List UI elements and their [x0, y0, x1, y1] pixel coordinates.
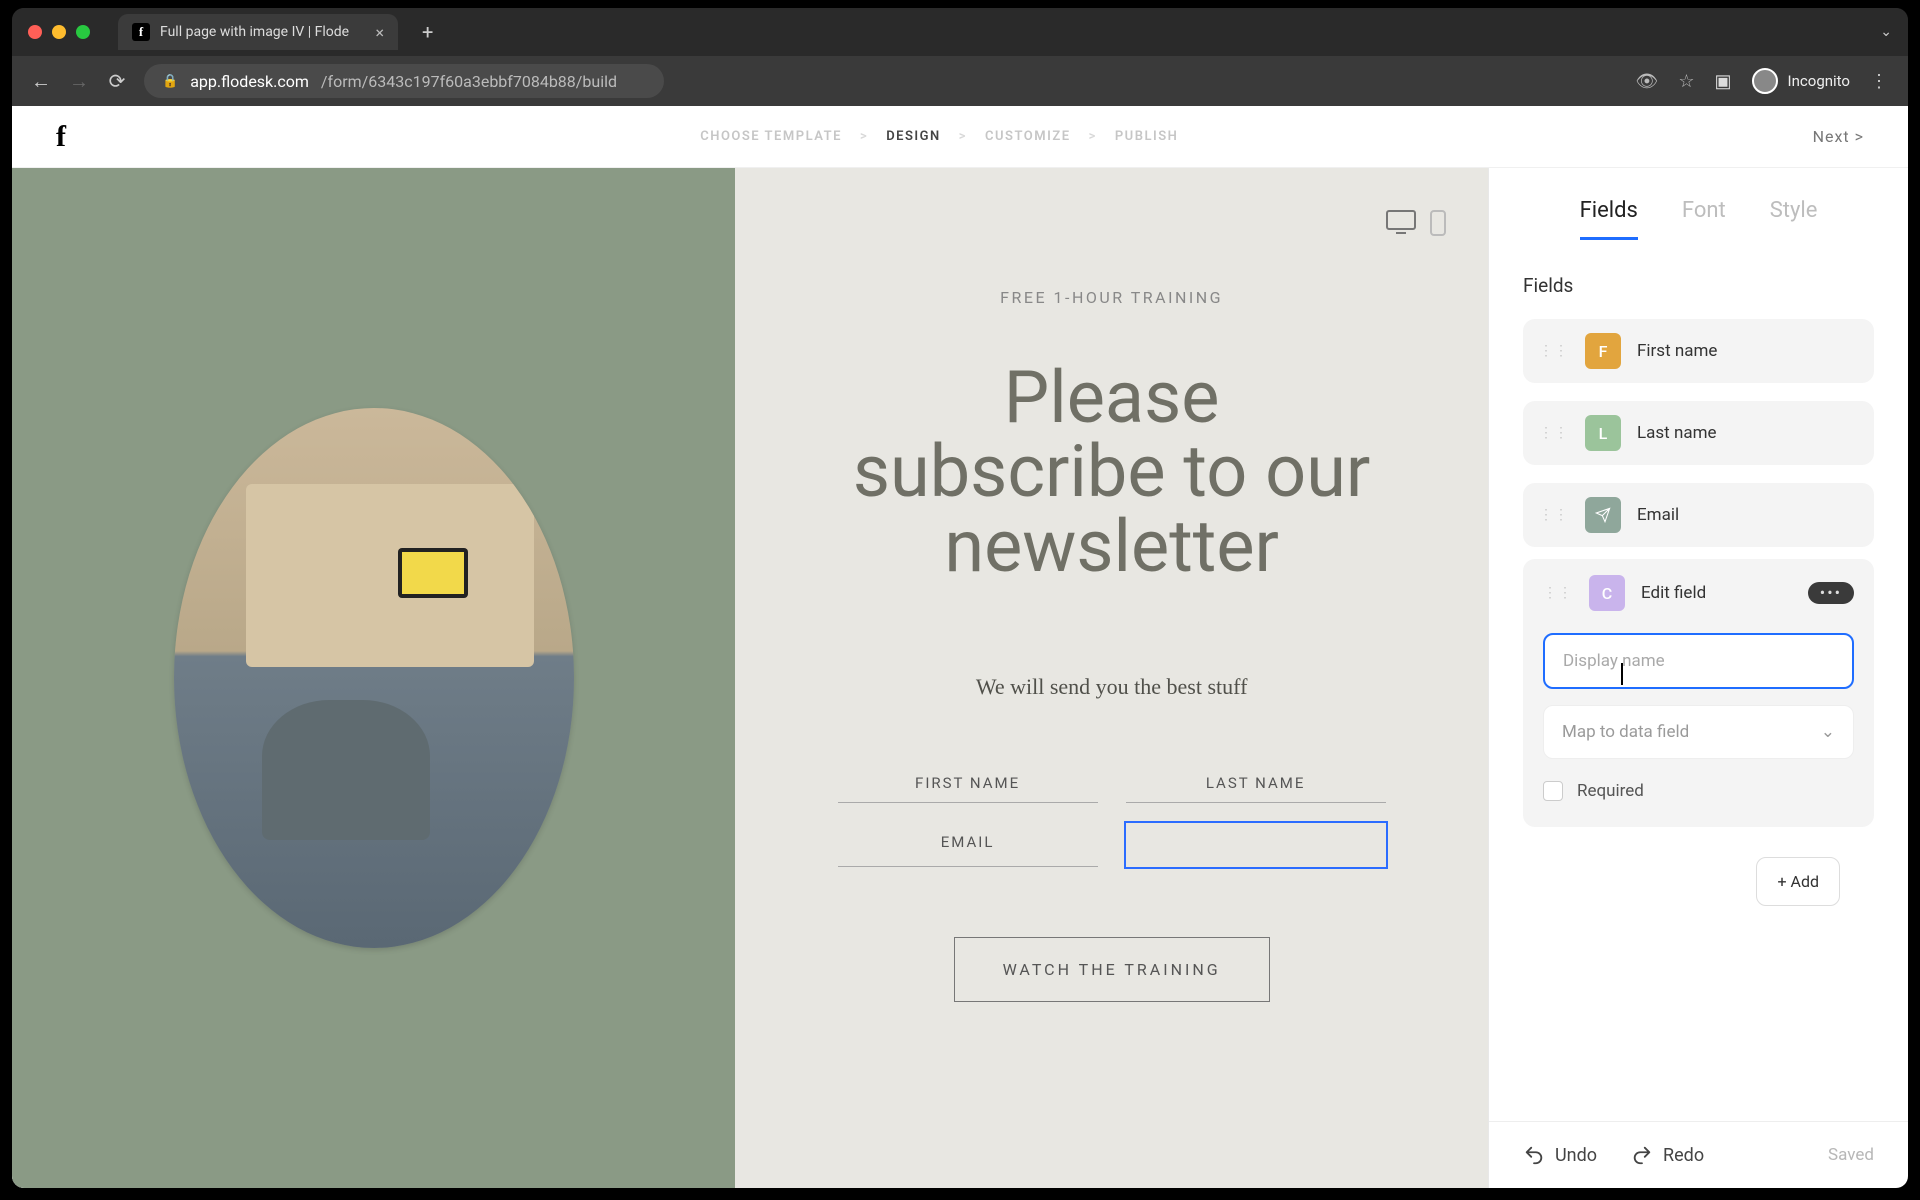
- tab-title: Full page with image IV | Flode: [160, 24, 349, 40]
- headline-line: newsletter: [944, 504, 1279, 589]
- next-button[interactable]: Next >: [1813, 127, 1864, 146]
- browser-menu-icon[interactable]: ⋮: [1870, 71, 1890, 92]
- map-to-data-field-select[interactable]: Map to data field ⌄: [1543, 705, 1854, 759]
- url-bar: ← → ⟳ 🔒 app.flodesk.com/form/6343c197f60…: [12, 56, 1908, 106]
- drag-handle-icon[interactable]: ⋮⋮: [1543, 589, 1573, 597]
- more-options-icon[interactable]: •••: [1808, 582, 1854, 604]
- required-toggle[interactable]: Required: [1543, 781, 1854, 801]
- crumb-publish[interactable]: PUBLISH: [1115, 129, 1179, 144]
- tablet-in-photo: [398, 548, 468, 598]
- sidebar-tabs: Fields Font Style: [1489, 168, 1908, 240]
- tab-style[interactable]: Style: [1770, 198, 1818, 240]
- chevron-down-icon[interactable]: ⌄: [1880, 24, 1892, 40]
- field-label: First name: [1637, 341, 1717, 361]
- map-label: Map to data field: [1562, 722, 1689, 742]
- reload-button[interactable]: ⟳: [106, 69, 128, 93]
- browser-window: f Full page with image IV | Flode × + ⌄ …: [12, 8, 1908, 1188]
- tab-bar: f Full page with image IV | Flode × + ⌄: [12, 8, 1908, 56]
- url-host: app.flodesk.com: [190, 72, 309, 91]
- address-field[interactable]: 🔒 app.flodesk.com/form/6343c197f60a3ebbf…: [144, 64, 664, 98]
- text-cursor: [1621, 663, 1623, 685]
- hero-image: [174, 408, 574, 948]
- app-surface: f CHOOSE TEMPLATE > DESIGN > CUSTOMIZE >…: [12, 106, 1908, 1188]
- fields-section-title: Fields: [1523, 274, 1874, 297]
- add-field-button[interactable]: + Add: [1756, 857, 1840, 906]
- saved-status: Saved: [1828, 1145, 1874, 1165]
- field-label: Email: [1637, 505, 1679, 525]
- main-split: FREE 1-HOUR TRAINING Please subscribe to…: [12, 168, 1908, 1188]
- sidebar-body: Fields ⋮⋮ F First name ⋮⋮ L Last name ⋮⋮: [1489, 240, 1908, 1121]
- tab-font[interactable]: Font: [1682, 198, 1726, 240]
- incognito-label: Incognito: [1788, 72, 1850, 90]
- email-field[interactable]: EMAIL: [838, 823, 1098, 867]
- crumb-sep: >: [1089, 129, 1097, 144]
- new-custom-field[interactable]: [1126, 823, 1386, 867]
- right-sidebar: Fields Font Style Fields ⋮⋮ F First name…: [1488, 168, 1908, 1188]
- crumb-customize[interactable]: CUSTOMIZE: [985, 129, 1071, 144]
- submit-button[interactable]: WATCH THE TRAINING: [954, 937, 1270, 1002]
- required-label: Required: [1577, 781, 1644, 801]
- forward-button[interactable]: →: [68, 69, 90, 94]
- eyebrow-text[interactable]: FREE 1-HOUR TRAINING: [1000, 288, 1223, 307]
- drag-handle-icon[interactable]: ⋮⋮: [1539, 347, 1569, 355]
- redo-button[interactable]: Redo: [1631, 1144, 1704, 1166]
- field-chip: L: [1585, 415, 1621, 451]
- last-name-field[interactable]: LAST NAME: [1126, 764, 1386, 803]
- drag-handle-icon[interactable]: ⋮⋮: [1539, 429, 1569, 437]
- crumb-sep: >: [860, 129, 868, 144]
- new-tab-button[interactable]: +: [414, 20, 441, 44]
- device-preview-toggle: [1386, 210, 1446, 236]
- headline-line: Please: [1004, 355, 1220, 440]
- redo-label: Redo: [1663, 1145, 1704, 1166]
- field-chip: [1585, 497, 1621, 533]
- display-name-input[interactable]: [1543, 633, 1854, 689]
- form-canvas: FREE 1-HOUR TRAINING Please subscribe to…: [12, 168, 1488, 1188]
- crumb-choose-template[interactable]: CHOOSE TEMPLATE: [700, 129, 842, 144]
- field-chip: C: [1589, 575, 1625, 611]
- url-path: /form/6343c197f60a3ebbf7084b88/build: [321, 72, 617, 91]
- desktop-preview-icon[interactable]: [1386, 210, 1416, 236]
- breadcrumb: CHOOSE TEMPLATE > DESIGN > CUSTOMIZE > P…: [700, 129, 1178, 144]
- field-chip: F: [1585, 333, 1621, 369]
- back-button[interactable]: ←: [30, 69, 52, 94]
- eye-off-icon[interactable]: 👁︎: [1636, 71, 1659, 92]
- hero-image-panel[interactable]: [12, 168, 735, 1188]
- close-window-icon[interactable]: [28, 25, 42, 39]
- fullscreen-window-icon[interactable]: [76, 25, 90, 39]
- form-fields-grid: FIRST NAME LAST NAME EMAIL: [838, 764, 1386, 867]
- field-row-email[interactable]: ⋮⋮ Email: [1523, 483, 1874, 547]
- undo-button[interactable]: Undo: [1523, 1144, 1597, 1166]
- headline-line: subscribe to our: [853, 429, 1370, 514]
- lock-icon: 🔒: [162, 74, 178, 89]
- incognito-badge[interactable]: Incognito: [1752, 68, 1850, 94]
- field-edit-panel: ⋮⋮ C Edit field ••• Map to data field ⌄: [1523, 559, 1874, 827]
- form-content-panel: FREE 1-HOUR TRAINING Please subscribe to…: [735, 168, 1488, 1188]
- first-name-field[interactable]: FIRST NAME: [838, 764, 1098, 803]
- sidebar-footer: Undo Redo Saved: [1489, 1121, 1908, 1188]
- subheading-text[interactable]: We will send you the best stuff: [976, 674, 1248, 700]
- minimize-window-icon[interactable]: [52, 25, 66, 39]
- mobile-preview-icon[interactable]: [1430, 210, 1446, 236]
- chevron-down-icon: ⌄: [1821, 722, 1835, 742]
- browser-tab[interactable]: f Full page with image IV | Flode ×: [118, 14, 398, 50]
- panel-icon[interactable]: ▣: [1715, 71, 1732, 92]
- tab-fields[interactable]: Fields: [1580, 198, 1638, 240]
- app-header: f CHOOSE TEMPLATE > DESIGN > CUSTOMIZE >…: [12, 106, 1908, 168]
- crumb-sep: >: [959, 129, 967, 144]
- favicon-icon: f: [132, 23, 150, 41]
- undo-label: Undo: [1555, 1145, 1597, 1166]
- incognito-icon: [1752, 68, 1778, 94]
- close-tab-icon[interactable]: ×: [375, 23, 384, 42]
- field-row-last-name[interactable]: ⋮⋮ L Last name: [1523, 401, 1874, 465]
- field-row-first-name[interactable]: ⋮⋮ F First name: [1523, 319, 1874, 383]
- edit-field-title: Edit field: [1641, 583, 1706, 603]
- window-controls: [28, 25, 90, 39]
- star-icon[interactable]: ☆: [1678, 71, 1694, 92]
- headline-text[interactable]: Please subscribe to our newsletter: [853, 361, 1370, 584]
- drag-handle-icon[interactable]: ⋮⋮: [1539, 511, 1569, 519]
- checkbox-icon[interactable]: [1543, 781, 1563, 801]
- field-label: Last name: [1637, 423, 1717, 443]
- app-logo[interactable]: f: [56, 120, 66, 154]
- crumb-design[interactable]: DESIGN: [886, 129, 941, 144]
